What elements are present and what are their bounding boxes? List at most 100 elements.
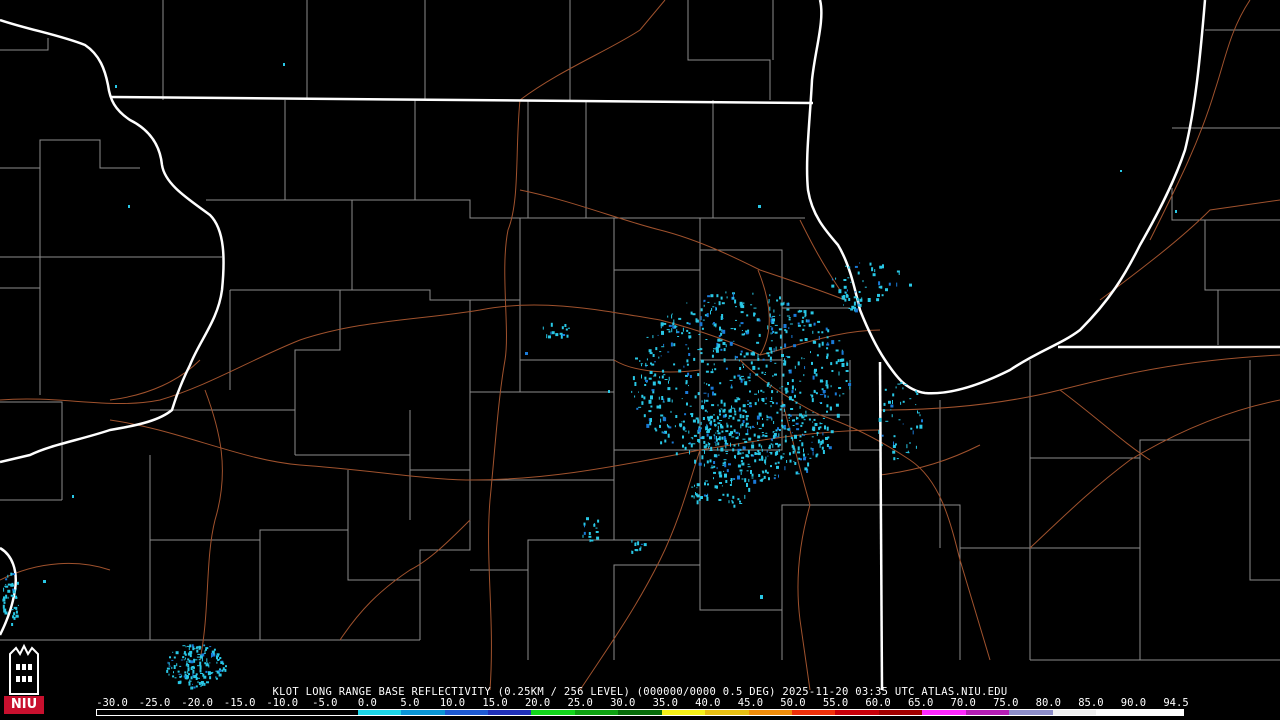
echo-pixel (893, 441, 894, 446)
echo-pixel (916, 393, 919, 395)
echo-pixel (894, 443, 897, 446)
echo-pixel (915, 404, 917, 406)
echo-pixel (774, 331, 778, 334)
echo-pixel (701, 455, 704, 460)
echo-pixel (769, 356, 772, 361)
echo-pixel (174, 677, 177, 679)
echo-pixel (740, 471, 742, 475)
echo-pixel (853, 296, 857, 299)
echo-pixel (771, 390, 774, 394)
echo-pixel (697, 373, 700, 377)
echo-pixel (757, 367, 760, 370)
echo-pixel (819, 379, 823, 383)
echo-pixel (776, 450, 779, 455)
echo-pixel (663, 398, 665, 402)
echo-pixel (186, 660, 188, 663)
echo-pixel (745, 433, 749, 436)
echo-pixel (762, 471, 765, 474)
echo-pixel (649, 371, 653, 374)
echo-pixel (706, 363, 709, 366)
echo-pixel (799, 440, 802, 442)
echo-pixel (771, 417, 773, 421)
echo-pixel (766, 419, 769, 421)
echo-pixel (646, 358, 648, 361)
echo-pixel (744, 478, 747, 483)
echo-pixel (746, 470, 749, 472)
echo-pixel (716, 294, 719, 298)
echo-pixel (589, 539, 591, 543)
echo-pixel (817, 439, 820, 444)
echo-pixel (735, 306, 737, 308)
echo-pixel (707, 295, 711, 298)
echo-pixel (661, 346, 665, 348)
echo-pixel (168, 665, 171, 667)
echo-pixel (803, 358, 805, 360)
echo-pixel (773, 432, 777, 436)
colorbar-tick: 60.0 (865, 697, 891, 709)
echo-pixel (717, 432, 721, 435)
echo-pixel (686, 329, 689, 332)
echo-pixel (662, 431, 665, 434)
echo-pixel (709, 459, 712, 463)
echo-pixel (747, 403, 749, 405)
echo-pixel (182, 645, 186, 647)
echo-pixel (788, 428, 790, 431)
echo-pixel (763, 373, 766, 375)
echo-pixel (695, 417, 699, 420)
echo-pixel (826, 404, 829, 408)
echo-pixel (897, 383, 901, 385)
echo-pixel (822, 390, 826, 393)
echo-pixel (817, 331, 820, 334)
echo-pixel (769, 360, 772, 362)
echo-pixel (807, 462, 810, 467)
echo-pixel (815, 454, 818, 458)
echo-pixel (747, 455, 750, 458)
echo-pixel (692, 313, 696, 316)
echo-pixel (766, 416, 769, 419)
echo-pixel (747, 376, 751, 379)
echo-pixel (902, 400, 905, 403)
echo-pixel (769, 306, 771, 311)
echo-pixel (753, 312, 756, 317)
echo-pixel (710, 294, 714, 298)
echo-pixel (10, 594, 14, 597)
echo-pixel (862, 280, 864, 283)
echo-pixel (584, 525, 585, 528)
echo-pixel (825, 437, 828, 440)
echo-pixel (877, 293, 880, 297)
echo-pixel (892, 445, 896, 448)
echo-pixel (728, 463, 731, 466)
echo-pixel (769, 386, 771, 389)
echo-pixel (679, 425, 682, 428)
echo-pixel (789, 414, 792, 417)
colorbar-segment (1052, 710, 1097, 715)
echo-pixel (734, 413, 737, 416)
echo-pixel (707, 301, 710, 303)
echo-pixel (811, 398, 814, 403)
echo-pixel (661, 396, 664, 400)
echo-pixel (766, 450, 768, 453)
echo-pixel (784, 329, 787, 332)
echo-pixel (808, 418, 811, 421)
echo-pixel (677, 336, 680, 337)
echo-pixel (776, 299, 779, 302)
echo-pixel (774, 474, 777, 476)
echo-pixel (909, 442, 911, 444)
echo-pixel (777, 427, 779, 431)
echo-pixel (646, 336, 649, 338)
echo-pixel (730, 480, 731, 482)
echo-pixel (783, 428, 787, 430)
echo-pixel (725, 450, 729, 452)
echo-pixel (660, 441, 663, 445)
echo-pixel (283, 63, 285, 66)
colorbar-segment (97, 710, 141, 715)
echo-pixel (191, 644, 194, 648)
echo-pixel (803, 457, 806, 461)
echo-pixel (11, 623, 14, 626)
echo-pixel (710, 467, 714, 469)
echo-pixel (726, 493, 729, 497)
echo-pixel (767, 354, 770, 357)
echo-pixel (731, 501, 734, 504)
echo-pixel (682, 444, 684, 448)
echo-pixel (719, 410, 721, 413)
